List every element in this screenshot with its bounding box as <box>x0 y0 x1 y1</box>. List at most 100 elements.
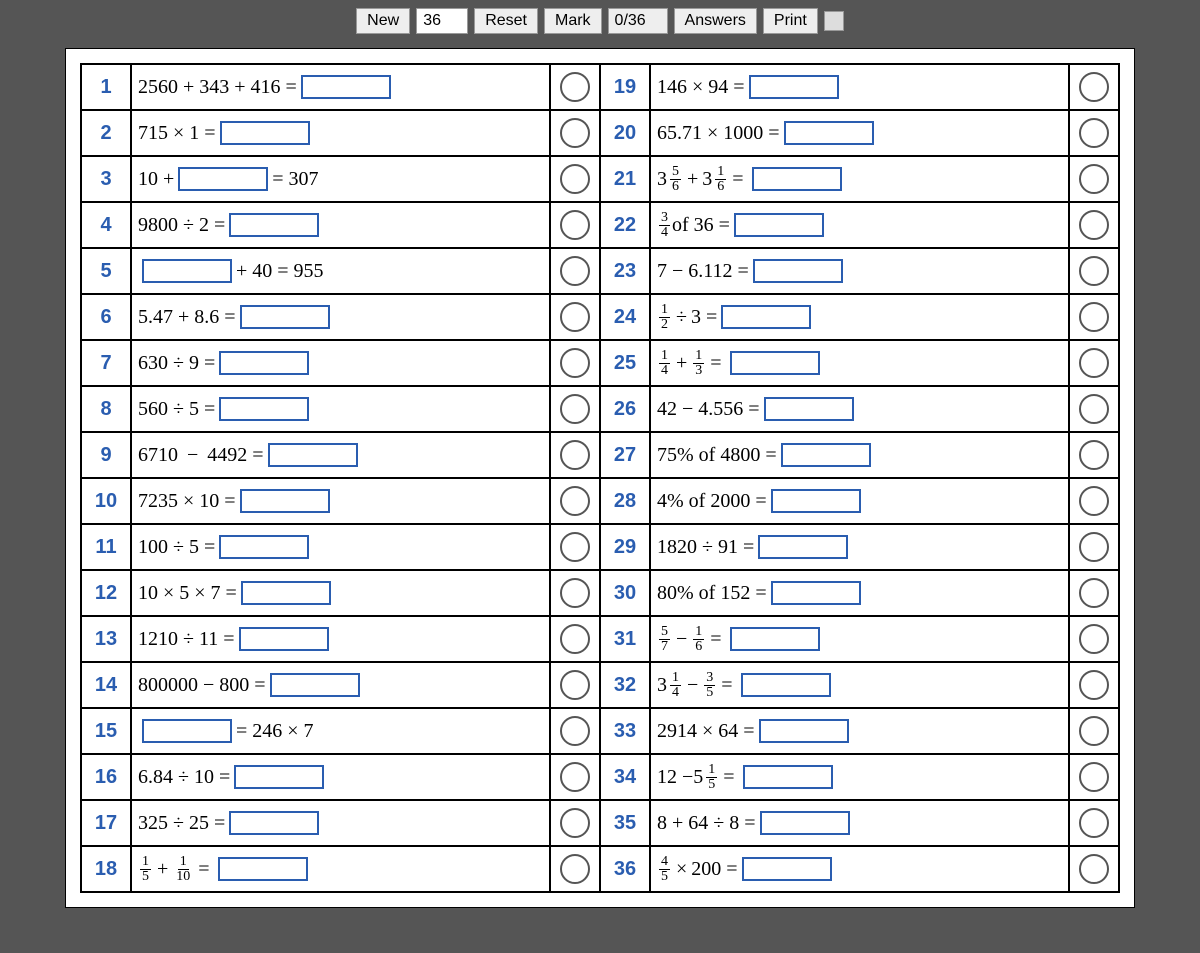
mark-circle-icon[interactable] <box>1079 624 1109 654</box>
answer-input[interactable] <box>142 719 232 743</box>
question-expression: 65.71 × 1000 = <box>651 111 1068 155</box>
toolbar: New Reset Mark Answers Print <box>0 0 1200 40</box>
answer-input[interactable] <box>752 167 842 191</box>
answer-input[interactable] <box>721 305 811 329</box>
answer-input[interactable] <box>218 857 308 881</box>
answer-input[interactable] <box>742 857 832 881</box>
answer-input[interactable] <box>229 811 319 835</box>
mark-circle-icon[interactable] <box>560 118 590 148</box>
answer-input[interactable] <box>753 259 843 283</box>
question-row: 284% of 2000 = <box>601 479 1118 525</box>
mark-circle-icon[interactable] <box>560 578 590 608</box>
answer-input[interactable] <box>219 351 309 375</box>
answer-input[interactable] <box>142 259 232 283</box>
answer-input[interactable] <box>759 719 849 743</box>
question-number: 24 <box>601 295 651 339</box>
mark-circle-icon[interactable] <box>1079 532 1109 562</box>
mark-button[interactable]: Mark <box>544 8 602 34</box>
mark-circle-icon[interactable] <box>1079 808 1109 838</box>
question-row: 3645×200 = <box>601 847 1118 891</box>
mark-circle-icon[interactable] <box>1079 302 1109 332</box>
mark-circle-icon[interactable] <box>1079 716 1109 746</box>
mark-circle-icon[interactable] <box>560 854 590 884</box>
answer-input[interactable] <box>229 213 319 237</box>
mark-circle-icon[interactable] <box>1079 72 1109 102</box>
question-expression: = 246 × 7 <box>132 709 549 753</box>
mark-circle-icon[interactable] <box>560 302 590 332</box>
answer-input[interactable] <box>301 75 391 99</box>
answer-input[interactable] <box>741 673 831 697</box>
mark-circle-icon[interactable] <box>560 486 590 516</box>
answer-input[interactable] <box>219 397 309 421</box>
answer-input[interactable] <box>270 673 360 697</box>
question-number: 30 <box>601 571 651 615</box>
question-number: 20 <box>601 111 651 155</box>
new-button[interactable]: New <box>356 8 410 34</box>
answers-button[interactable]: Answers <box>674 8 757 34</box>
mark-circle-icon[interactable] <box>1079 578 1109 608</box>
answer-input[interactable] <box>771 581 861 605</box>
mark-circle-icon[interactable] <box>560 624 590 654</box>
question-number: 29 <box>601 525 651 569</box>
mark-cell <box>1068 65 1118 109</box>
mark-circle-icon[interactable] <box>1079 256 1109 286</box>
answer-input[interactable] <box>234 765 324 789</box>
mark-circle-icon[interactable] <box>560 670 590 700</box>
print-button[interactable]: Print <box>763 8 818 34</box>
mark-circle-icon[interactable] <box>1079 118 1109 148</box>
mark-circle-icon[interactable] <box>1079 440 1109 470</box>
answer-input[interactable] <box>241 581 331 605</box>
mark-cell <box>549 755 599 799</box>
mark-circle-icon[interactable] <box>560 210 590 240</box>
mark-circle-icon[interactable] <box>1079 670 1109 700</box>
answer-input[interactable] <box>240 305 330 329</box>
answer-input[interactable] <box>784 121 874 145</box>
question-number: 34 <box>601 755 651 799</box>
answer-input[interactable] <box>764 397 854 421</box>
mark-circle-icon[interactable] <box>1079 486 1109 516</box>
mark-circle-icon[interactable] <box>560 716 590 746</box>
question-number: 6 <box>82 295 132 339</box>
question-row: 310 += 307 <box>82 157 599 203</box>
mark-circle-icon[interactable] <box>1079 164 1109 194</box>
mark-circle-icon[interactable] <box>560 256 590 286</box>
mark-circle-icon[interactable] <box>560 164 590 194</box>
mark-cell <box>549 663 599 707</box>
mark-circle-icon[interactable] <box>1079 394 1109 424</box>
reset-button[interactable]: Reset <box>474 8 538 34</box>
answer-input[interactable] <box>758 535 848 559</box>
question-row: 131210 ÷ 11 = <box>82 617 599 663</box>
mark-circle-icon[interactable] <box>560 532 590 562</box>
question-number: 8 <box>82 387 132 431</box>
mark-circle-icon[interactable] <box>560 348 590 378</box>
answer-input[interactable] <box>734 213 824 237</box>
mark-circle-icon[interactable] <box>560 762 590 792</box>
answer-input[interactable] <box>268 443 358 467</box>
answer-input[interactable] <box>749 75 839 99</box>
answer-input[interactable] <box>771 489 861 513</box>
mark-circle-icon[interactable] <box>560 394 590 424</box>
mark-circle-icon[interactable] <box>1079 348 1109 378</box>
answer-input[interactable] <box>730 351 820 375</box>
answer-input[interactable] <box>730 627 820 651</box>
mark-cell <box>1068 755 1118 799</box>
answer-input[interactable] <box>743 765 833 789</box>
mark-circle-icon[interactable] <box>560 808 590 838</box>
mark-circle-icon[interactable] <box>560 440 590 470</box>
question-number: 25 <box>601 341 651 385</box>
mark-circle-icon[interactable] <box>1079 762 1109 792</box>
mark-circle-icon[interactable] <box>560 72 590 102</box>
answer-input[interactable] <box>178 167 268 191</box>
question-count-input[interactable] <box>416 8 468 34</box>
question-row: 8560 ÷ 5 = <box>82 387 599 433</box>
answer-input[interactable] <box>219 535 309 559</box>
answer-input[interactable] <box>781 443 871 467</box>
answer-input[interactable] <box>220 121 310 145</box>
answer-input[interactable] <box>240 489 330 513</box>
mark-circle-icon[interactable] <box>1079 854 1109 884</box>
option-checkbox[interactable] <box>824 11 844 31</box>
answer-input[interactable] <box>239 627 329 651</box>
mark-circle-icon[interactable] <box>1079 210 1109 240</box>
mark-cell <box>1068 295 1118 339</box>
answer-input[interactable] <box>760 811 850 835</box>
